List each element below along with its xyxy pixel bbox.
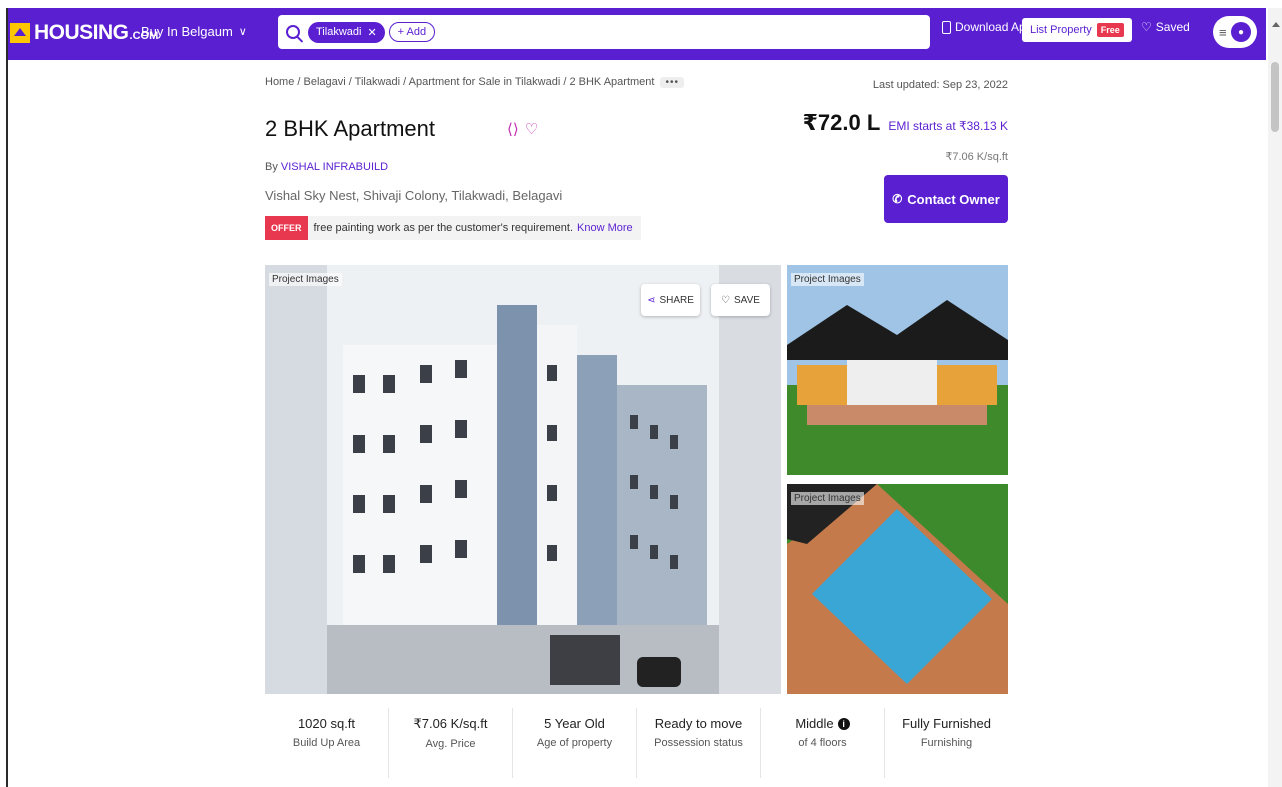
stat-label: of 4 floors xyxy=(798,737,847,749)
side-project-image-1[interactable]: Project Images xyxy=(787,265,1008,475)
scroll-up-arrow-icon[interactable] xyxy=(1272,22,1280,27)
apartment-building-photo xyxy=(265,265,781,694)
heart-icon: ♡ xyxy=(721,294,731,306)
save-button[interactable]: ♡ SAVE xyxy=(711,284,770,316)
know-more-link[interactable]: Know More xyxy=(577,222,633,234)
image-label: Project Images xyxy=(269,273,342,286)
phone-call-icon: ✆ xyxy=(892,192,903,206)
house-logo-icon xyxy=(10,23,30,43)
breadcrumb-more-button[interactable]: ••• xyxy=(660,76,684,88)
breadcrumb-trail[interactable]: Home / Belagavi / Tilakwadi / Apartment … xyxy=(265,76,654,88)
stat-value: 1020 sq.ft xyxy=(297,716,356,731)
stat-label: Avg. Price xyxy=(425,738,476,750)
image-label: Project Images xyxy=(791,492,864,505)
stat-possession: Ready to move Possession status xyxy=(637,708,761,778)
search-bar[interactable]: Tilakwadi ✕ + Add xyxy=(278,15,930,49)
last-updated: Last updated: Sep 23, 2022 xyxy=(872,79,1008,91)
profile-menu-button[interactable]: ≡ ● xyxy=(1213,16,1257,48)
price-per-sqft: ₹7.06 K/sq.ft xyxy=(945,151,1008,163)
stat-value: Middle xyxy=(795,716,834,731)
share-label: SHARE xyxy=(659,294,694,306)
search-icon xyxy=(286,25,300,39)
phone-icon xyxy=(942,20,951,34)
download-app-label: Download App xyxy=(955,20,1033,34)
builder-link[interactable]: VISHAL INFRABUILD xyxy=(281,161,388,173)
stat-furnishing: Fully Furnished Furnishing xyxy=(885,708,1008,778)
builder-prefix: By xyxy=(265,161,278,173)
stat-floor: Middle i of 4 floors xyxy=(761,708,885,778)
listing-price: ₹72.0 L xyxy=(802,110,881,135)
top-navbar: HOUSING .COM Buy In Belgaum ∨ Tilakwadi … xyxy=(8,8,1266,60)
chevron-down-icon: ∨ xyxy=(238,26,247,38)
heart-icon: ♡ xyxy=(1141,20,1152,34)
download-app-button[interactable]: Download App xyxy=(942,20,1032,34)
window-frame-left xyxy=(0,8,8,787)
listing-title: 2 BHK Apartment xyxy=(265,116,435,141)
stat-value: Ready to move xyxy=(654,716,743,731)
housing-logo[interactable]: HOUSING .COM xyxy=(10,18,158,48)
hamburger-menu-icon: ≡ xyxy=(1219,24,1227,40)
saved-label: Saved xyxy=(1155,20,1190,34)
locality-chip[interactable]: Tilakwadi ✕ xyxy=(308,21,385,43)
emi-link[interactable]: EMI starts at ₹38.13 K xyxy=(888,119,1008,133)
list-property-button[interactable]: List Property Free xyxy=(1022,18,1132,42)
clubhouse-render-photo xyxy=(787,265,1008,475)
breadcrumb: Home / Belagavi / Tilakwadi / Apartment … xyxy=(265,76,684,88)
share-icon[interactable]: ⟨⟩ xyxy=(507,120,519,138)
stat-label: Age of property xyxy=(536,737,613,749)
share-button[interactable]: ⋖ SHARE xyxy=(641,284,700,316)
offer-badge: OFFER xyxy=(265,216,308,240)
save-label: SAVE xyxy=(734,294,760,306)
stat-avg-price: ₹7.06 K/sq.ft Avg. Price xyxy=(389,708,513,778)
add-locality-button[interactable]: + Add xyxy=(388,22,436,42)
offer-text: free painting work as per the customer's… xyxy=(313,222,574,234)
window-frame-top xyxy=(0,0,1282,8)
locality-chip-label: Tilakwadi xyxy=(316,26,362,38)
heart-icon[interactable]: ♡ xyxy=(525,120,538,138)
contact-owner-button[interactable]: ✆ Contact Owner xyxy=(884,175,1008,223)
image-label: Project Images xyxy=(791,273,864,286)
city-dropdown-label: Buy In Belgaum xyxy=(141,24,233,39)
info-icon[interactable]: i xyxy=(837,718,850,730)
stat-value-wrapper: Middle i xyxy=(761,716,884,731)
swimming-pool-render-photo xyxy=(787,484,1008,694)
stat-label: Possession status xyxy=(654,737,743,749)
stat-label: Build Up Area xyxy=(292,737,361,749)
main-project-image[interactable]: Project Images xyxy=(265,265,781,694)
stat-value: 5 Year Old xyxy=(544,716,605,731)
offer-banner: OFFER free painting work as per the cust… xyxy=(265,216,641,240)
share-icon: ⋖ xyxy=(647,294,656,306)
free-badge: Free xyxy=(1096,23,1124,37)
scroll-thumb[interactable] xyxy=(1271,62,1279,132)
stat-build-up-area: 1020 sq.ft Build Up Area xyxy=(265,708,389,778)
side-project-image-2[interactable]: Project Images xyxy=(787,484,1008,694)
listing-address: Vishal Sky Nest, Shivaji Colony, Tilakwa… xyxy=(265,188,563,203)
scrollbar[interactable] xyxy=(1268,8,1282,787)
stat-value: ₹7.06 K/sq.ft xyxy=(413,716,488,731)
stat-value: Fully Furnished xyxy=(902,716,991,731)
city-dropdown[interactable]: Buy In Belgaum ∨ xyxy=(141,24,247,39)
builder-line: By VISHAL INFRABUILD xyxy=(265,161,388,173)
avatar: ● xyxy=(1231,22,1251,42)
stat-age: 5 Year Old Age of property xyxy=(513,708,637,778)
property-stats: 1020 sq.ft Build Up Area ₹7.06 K/sq.ft A… xyxy=(265,708,1008,778)
list-property-label: List Property xyxy=(1030,24,1092,36)
saved-button[interactable]: ♡ Saved xyxy=(1141,20,1190,34)
contact-owner-label: Contact Owner xyxy=(907,191,1000,207)
logo-text: HOUSING xyxy=(34,21,129,44)
close-icon[interactable]: ✕ xyxy=(367,26,376,39)
title-actions: ⟨⟩ ♡ xyxy=(507,120,538,138)
price-row: ₹72.0 L EMI starts at ₹38.13 K xyxy=(803,110,1008,136)
stat-label: Furnishing xyxy=(920,737,973,749)
